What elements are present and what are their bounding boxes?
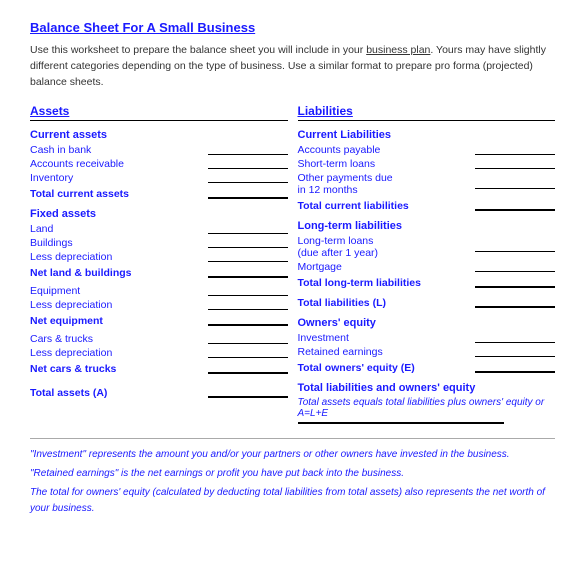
footer-section: "Investment" represents the amount you a… xyxy=(30,438,555,517)
assets-header: Assets xyxy=(30,104,288,121)
list-item: Equipment xyxy=(30,285,288,297)
liabilities-header: Liabilities xyxy=(298,104,556,121)
net-land-buildings: Net land & buildings xyxy=(30,267,288,279)
fixed-assets-title: Fixed assets xyxy=(30,208,288,220)
total-current-assets: Total current assets xyxy=(30,188,288,200)
total-current-liabilities: Total current liabilities xyxy=(298,200,556,212)
list-item: Less depreciation xyxy=(30,347,288,359)
total-liab-equity-block: Total liabilities and owners' equity Tot… xyxy=(298,382,556,424)
list-item: Investment xyxy=(298,332,556,344)
list-item: Retained earnings xyxy=(298,346,556,358)
total-liab-equity-sub: Total assets equals total liabilities pl… xyxy=(298,397,556,419)
net-cars-trucks: Net cars & trucks xyxy=(30,363,288,375)
list-item: Land xyxy=(30,223,288,235)
list-item: Mortgage xyxy=(298,261,556,273)
list-item: Accounts payable xyxy=(298,144,556,156)
total-longterm-liabilities: Total long-term liabilities xyxy=(298,277,556,289)
list-item: Accounts receivable xyxy=(30,158,288,170)
list-item: Short-term loans xyxy=(298,158,556,170)
list-item: Buildings xyxy=(30,237,288,249)
total-owners-equity: Total owners' equity (E) xyxy=(298,362,556,374)
assets-column: Assets Current assets Cash in bank Accou… xyxy=(30,104,288,424)
total-liab-equity-title: Total liabilities and owners' equity xyxy=(298,382,556,394)
longterm-liabilities-title: Long-term liabilities xyxy=(298,220,556,232)
footer-line-3: The total for owners' equity (calculated… xyxy=(30,485,555,517)
list-item: Cars & trucks xyxy=(30,333,288,345)
current-liabilities-title: Current Liabilities xyxy=(298,129,556,141)
list-item: Long-term loans(due after 1 year) xyxy=(298,235,556,259)
list-item: Cash in bank xyxy=(30,144,288,156)
list-item: Less depreciation xyxy=(30,299,288,311)
list-item: Inventory xyxy=(30,172,288,184)
list-item: Less depreciation xyxy=(30,251,288,263)
intro-paragraph: Use this worksheet to prepare the balanc… xyxy=(30,43,555,90)
net-equipment: Net equipment xyxy=(30,315,288,327)
current-assets-title: Current assets xyxy=(30,129,288,141)
main-title: Balance Sheet For A Small Business xyxy=(30,20,555,35)
total-liabilities: Total liabilities (L) xyxy=(298,297,556,309)
liabilities-column: Liabilities Current Liabilities Accounts… xyxy=(298,104,556,424)
owners-equity-title: Owners' equity xyxy=(298,317,556,329)
list-item: Other payments duein 12 months xyxy=(298,172,556,196)
footer-line-1: "Investment" represents the amount you a… xyxy=(30,447,555,463)
footer-line-2: "Retained earnings" is the net earnings … xyxy=(30,466,555,482)
total-assets: Total assets (A) xyxy=(30,387,288,399)
